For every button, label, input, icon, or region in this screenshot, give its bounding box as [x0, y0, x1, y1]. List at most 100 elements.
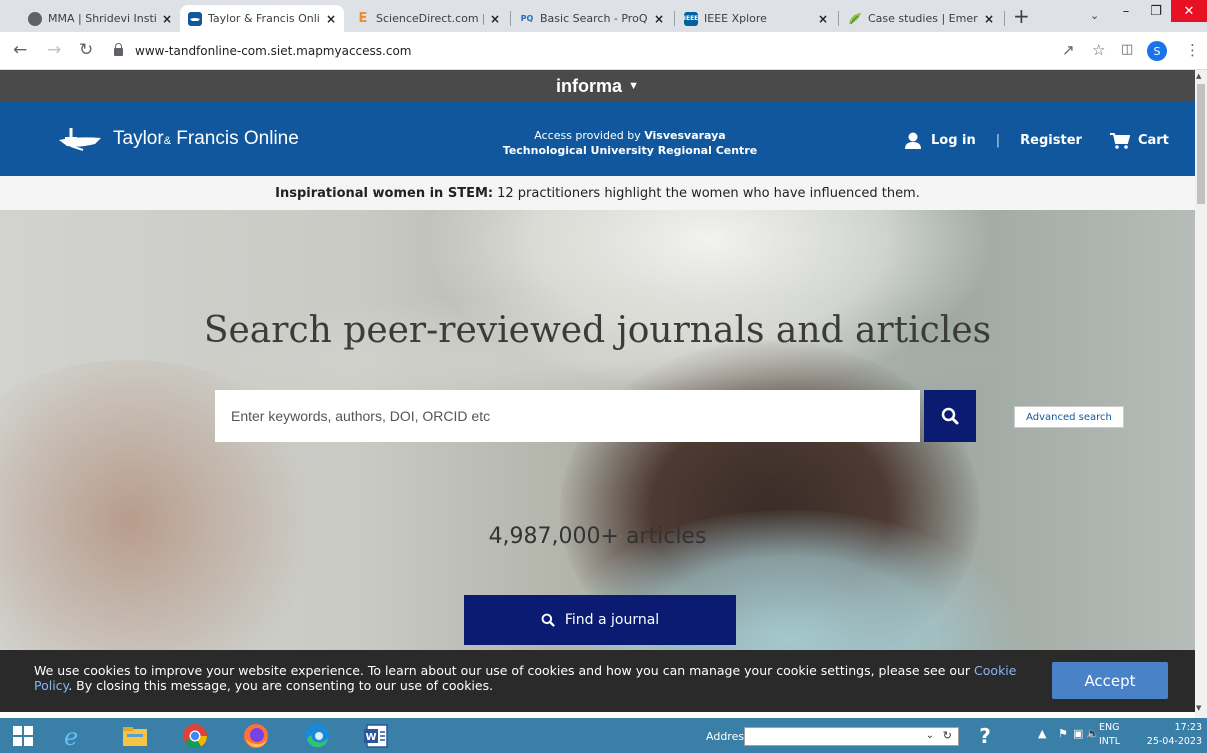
windows-start-icon[interactable]	[9, 722, 37, 750]
help-icon[interactable]: ?	[972, 723, 998, 749]
tab-title: IEEE Xplore	[704, 12, 767, 25]
url-text[interactable]: www-tandfonline-com.siet.mapmyaccess.com	[135, 44, 411, 58]
firefox-icon[interactable]	[242, 722, 270, 750]
svg-text:W: W	[366, 732, 377, 743]
globe-icon	[28, 11, 42, 26]
tab-separator	[510, 11, 511, 26]
login-link[interactable]: Log in	[931, 133, 976, 148]
system-clock[interactable]: 17:23 25-04-2023	[1146, 721, 1202, 749]
user-icon[interactable]	[905, 132, 921, 149]
close-tab-icon[interactable]: ×	[984, 12, 994, 26]
close-tab-icon[interactable]: ×	[490, 12, 500, 26]
announcement-text[interactable]: 12 practitioners highlight the women who…	[497, 186, 920, 201]
brand-name: Taylor& Francis Online	[113, 128, 299, 149]
tray-chevron-up-icon[interactable]: ▲	[1038, 727, 1046, 740]
volume-icon[interactable]: 🔈	[1086, 727, 1100, 740]
browser-tab-mma[interactable]: MMA | Shridevi Instit ×	[20, 5, 180, 32]
browser-tab-ieee[interactable]: IEEE IEEE Xplore ×	[676, 5, 836, 32]
browser-tab-emerald[interactable]: Case studies | Emera ×	[840, 5, 1002, 32]
new-tab-button[interactable]: +	[1013, 6, 1030, 26]
input-language[interactable]: ENG INTL	[1099, 721, 1120, 749]
taskbar-address-input[interactable]: ⌄ ↻	[744, 727, 959, 746]
tab-separator	[838, 11, 839, 26]
lock-icon	[114, 43, 123, 56]
bookmark-star-icon[interactable]: ☆	[1092, 42, 1105, 58]
close-tab-icon[interactable]: ×	[326, 12, 336, 26]
search-button[interactable]	[924, 390, 976, 442]
tandf-logo[interactable]: Taylor& Francis Online	[57, 126, 299, 152]
scroll-up-arrow-icon[interactable]: ▲	[1196, 72, 1201, 80]
access-provided-by: Access provided by Visvesvaraya Technolo…	[502, 129, 758, 157]
chrome-icon[interactable]	[181, 722, 209, 750]
advanced-search-link[interactable]: Advanced search	[1014, 406, 1124, 428]
header-account-links: Log in | Register Cart	[905, 132, 1169, 149]
page-scrollbar-thumb[interactable]	[1197, 84, 1205, 204]
browser-tab-proquest[interactable]: PQ Basic Search - ProQu ×	[512, 5, 672, 32]
tab-title: Case studies | Emera	[868, 12, 978, 25]
address-bar[interactable]: www-tandfonline-com.siet.mapmyaccess.com	[108, 38, 1058, 64]
edge-icon[interactable]	[303, 722, 331, 750]
cookie-message: We use cookies to improve your website e…	[34, 663, 1017, 693]
side-panel-icon[interactable]: ◫	[1121, 42, 1133, 58]
restore-icon[interactable]: ❐	[1141, 0, 1171, 22]
announcement-bar[interactable]: Inspirational women in STEM: 12 practiti…	[0, 176, 1195, 210]
action-center-flag-icon[interactable]: ⚑	[1058, 727, 1068, 740]
lamp-logo-icon	[59, 128, 101, 151]
elsevier-favicon-icon: E	[358, 11, 368, 26]
browser-tab-sciencedirect[interactable]: E ScienceDirect.com | S ×	[348, 5, 508, 32]
network-icon[interactable]: ▣	[1073, 727, 1083, 740]
close-tab-icon[interactable]: ×	[818, 12, 828, 26]
search-icon	[541, 613, 555, 627]
browser-tab-strip: MMA | Shridevi Instit × Taylor & Francis…	[0, 0, 1207, 32]
tab-title: MMA | Shridevi Instit	[48, 12, 156, 25]
search-input[interactable]	[215, 390, 920, 442]
announcement-title[interactable]: Inspirational women in STEM:	[275, 186, 493, 201]
reload-icon[interactable]: ↻	[79, 41, 93, 59]
profile-avatar[interactable]: S	[1147, 41, 1167, 61]
ieee-favicon-icon: IEEE	[684, 11, 698, 26]
tab-title: ScienceDirect.com | S	[376, 12, 484, 25]
share-icon[interactable]: ↗	[1062, 42, 1075, 58]
cart-link[interactable]: Cart	[1138, 133, 1169, 148]
search-icon	[941, 407, 959, 425]
word-icon[interactable]: W	[362, 722, 390, 750]
register-link[interactable]: Register	[1020, 133, 1082, 148]
internet-explorer-icon[interactable]: e	[60, 722, 88, 750]
tab-title: Taylor & Francis Onli	[208, 12, 320, 25]
tab-separator	[1004, 11, 1005, 26]
scroll-down-arrow-icon[interactable]: ▼	[1196, 704, 1201, 712]
browser-menu-icon[interactable]: ⋮	[1185, 42, 1200, 58]
window-close-icon[interactable]: ✕	[1171, 0, 1207, 22]
hero-title: Search peer-reviewed journals and articl…	[203, 310, 992, 351]
article-count: 4,987,000+ articles	[488, 524, 707, 549]
caret-down-icon[interactable]: ▼	[628, 80, 639, 92]
minimize-icon[interactable]: –	[1111, 0, 1141, 22]
site-header: Taylor& Francis Online Access provided b…	[0, 102, 1195, 176]
informa-label[interactable]: informa	[556, 76, 622, 97]
proquest-favicon-icon: PQ	[520, 14, 534, 23]
forward-arrow-icon[interactable]: →	[47, 41, 61, 59]
tab-search-chevron-icon[interactable]: ⌄	[1090, 9, 1099, 22]
tab-title: Basic Search - ProQu	[540, 12, 648, 25]
browser-tab-tandf[interactable]: Taylor & Francis Onli ×	[180, 5, 344, 32]
refresh-icon[interactable]: ↻	[943, 729, 952, 742]
tandf-favicon-icon	[188, 11, 202, 26]
browser-toolbar: ← → ↻ www-tandfonline-com.siet.mapmyacce…	[0, 32, 1207, 70]
emerald-favicon-icon	[848, 12, 862, 26]
accept-cookies-button[interactable]: Accept	[1052, 662, 1168, 699]
chevron-down-icon[interactable]: ⌄	[926, 730, 934, 741]
close-tab-icon[interactable]: ×	[654, 12, 664, 26]
cookie-banner: We use cookies to improve your website e…	[0, 650, 1195, 712]
tab-separator	[674, 11, 675, 26]
informa-bar[interactable]: informa ▼	[0, 70, 1195, 102]
cart-icon[interactable]	[1109, 132, 1130, 149]
windows-taskbar: e W Address ⌄ ↻ ? ▲ ⚑ ▣ 🔈 ENG INTL 17:23…	[0, 718, 1207, 753]
close-tab-icon[interactable]: ×	[162, 12, 172, 26]
link-separator: |	[995, 133, 1001, 148]
find-journal-label: Find a journal	[564, 612, 660, 628]
hero-section: Search peer-reviewed journals and articl…	[0, 210, 1195, 650]
svg-text:e: e	[64, 723, 78, 749]
back-arrow-icon[interactable]: ←	[13, 41, 27, 59]
find-journal-button[interactable]: Find a journal	[464, 595, 736, 645]
file-explorer-icon[interactable]	[121, 722, 149, 750]
